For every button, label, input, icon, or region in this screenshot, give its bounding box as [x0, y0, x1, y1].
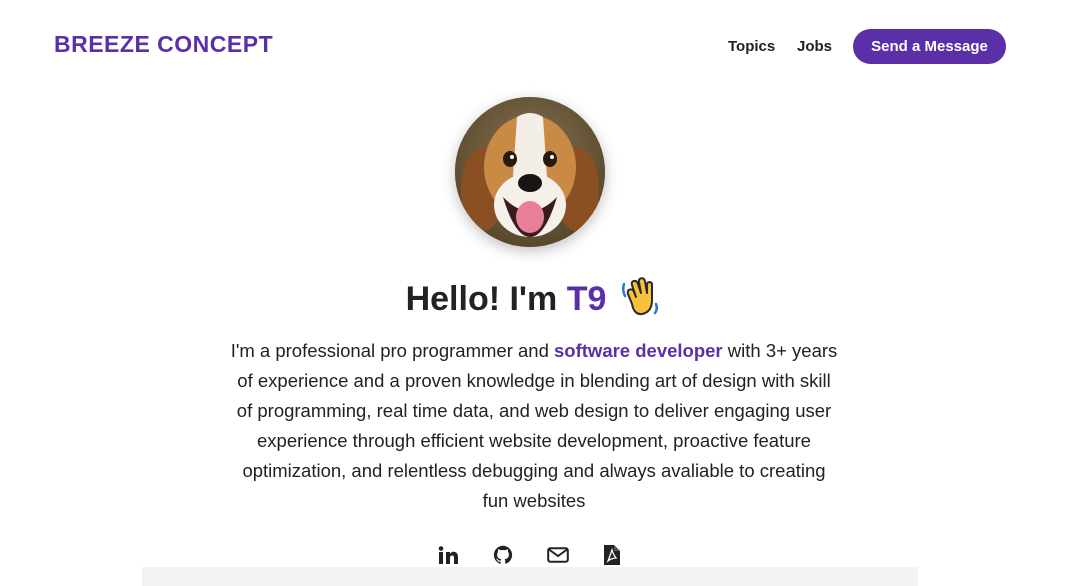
bio-text-end: with 3+ years of experience and a proven…	[236, 340, 838, 511]
avatar	[455, 97, 605, 247]
footer-section	[142, 567, 918, 586]
nav-link-jobs[interactable]: Jobs	[797, 38, 832, 55]
send-message-button[interactable]: Send a Message	[853, 29, 1006, 64]
page: BREEZE CONCEPT Topics Jobs Send a Messag…	[0, 0, 1068, 586]
hero-title: Hello! I'm T9	[0, 276, 1068, 320]
dog-avatar-image	[455, 97, 605, 247]
bio-text-start: I'm a professional pro programmer and	[230, 340, 555, 361]
bio-paragraph: I'm a professional pro programmer and so…	[229, 336, 839, 516]
hero-name: T9	[566, 280, 607, 318]
hero-greeting: Hello! I'm	[405, 280, 567, 318]
brand-logo[interactable]: BREEZE CONCEPT	[54, 31, 273, 58]
mail-icon[interactable]	[547, 544, 569, 566]
waving-hand-icon	[620, 276, 662, 316]
pdf-icon[interactable]	[601, 544, 623, 566]
github-icon[interactable]	[492, 544, 514, 566]
linkedin-icon[interactable]	[437, 544, 459, 566]
bio-highlight: software developer	[554, 340, 723, 361]
navbar: BREEZE CONCEPT Topics Jobs Send a Messag…	[0, 0, 1068, 94]
nav-link-topics[interactable]: Topics	[728, 38, 775, 55]
